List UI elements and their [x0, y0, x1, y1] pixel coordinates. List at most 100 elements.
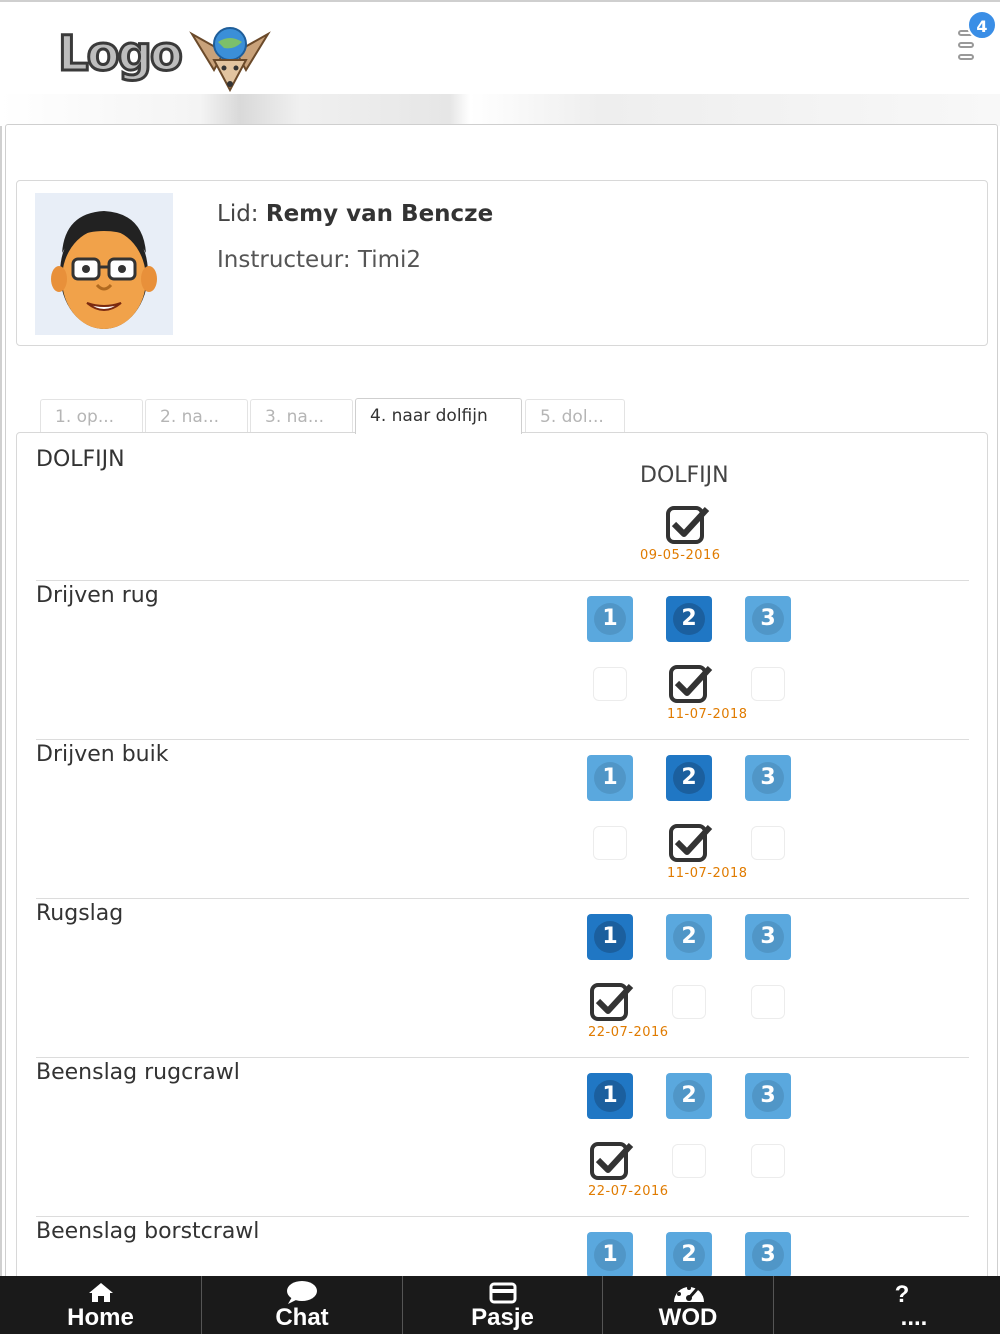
member-line: Lid: Remy van Bencze — [217, 201, 493, 227]
level-2-button[interactable]: 2 — [666, 596, 712, 642]
skill-row: Drijven buik 1 2 11-07-2018 3 — [17, 740, 969, 899]
nav-chat-label: Chat — [275, 1304, 329, 1331]
level-3-button[interactable]: 3 — [745, 755, 791, 801]
member-card: Lid: Remy van Bencze Instructeur: Timi2 — [16, 180, 988, 346]
level-number: 3 — [752, 1239, 784, 1271]
level-number: 3 — [752, 603, 784, 635]
nav-help-label: .... — [900, 1304, 928, 1331]
logo-text: Logo — [57, 25, 185, 84]
completion-date: 22-07-2016 — [588, 1025, 669, 1040]
diploma-date: 09-05-2016 — [640, 548, 721, 563]
checkbox-empty[interactable] — [751, 667, 785, 701]
level-1-button[interactable]: 1 — [587, 755, 633, 801]
level-1-button[interactable]: 1 — [587, 1073, 633, 1119]
checkbox-empty[interactable] — [672, 1144, 706, 1178]
level-number: 1 — [594, 762, 626, 794]
nav-help[interactable]: ? .... — [774, 1276, 1000, 1334]
level-number: 2 — [673, 921, 705, 953]
nav-home[interactable]: Home — [0, 1276, 202, 1334]
tab-2[interactable]: 2. na... — [145, 399, 248, 433]
instructor-name: Timi2 — [357, 247, 422, 273]
level-number: 1 — [594, 921, 626, 953]
level-2-button[interactable]: 2 — [666, 1232, 712, 1278]
skill-name: Rugslag — [36, 901, 124, 926]
skill-name: Drijven buik — [36, 742, 169, 767]
instructor-label: Instructeur: — [217, 247, 351, 273]
level-number: 2 — [673, 1239, 705, 1271]
checkbox-empty[interactable] — [751, 1144, 785, 1178]
level-1-button[interactable]: 1 — [587, 596, 633, 642]
checkbox-empty[interactable] — [751, 826, 785, 860]
checkbox-checked-icon[interactable] — [589, 1141, 635, 1181]
avatar-face-icon — [51, 211, 157, 329]
card-icon — [489, 1282, 517, 1304]
lid-label: Lid: — [217, 201, 259, 227]
level-number: 3 — [752, 762, 784, 794]
avatar — [35, 193, 173, 335]
menu-bar-icon — [958, 54, 974, 60]
level-number: 1 — [594, 1239, 626, 1271]
dashboard-icon — [674, 1286, 704, 1302]
checkbox-checked-icon[interactable] — [589, 982, 635, 1022]
level-2-button[interactable]: 2 — [666, 755, 712, 801]
level-number: 3 — [752, 921, 784, 953]
level-3-button[interactable]: 3 — [745, 914, 791, 960]
level-number: 1 — [594, 603, 626, 635]
skill-name: Beenslag borstcrawl — [36, 1219, 260, 1244]
level-number: 3 — [752, 1080, 784, 1112]
checkbox-checked-icon[interactable] — [668, 823, 714, 863]
skills-panel: DOLFIJN DOLFIJN 09-05-2016 Drijven rug 1 2… — [16, 432, 988, 1292]
diploma-row: DOLFIJN DOLFIJN 09-05-2016 — [17, 433, 969, 580]
home-icon — [89, 1283, 113, 1302]
skill-row: Beenslag rugcrawl 1 22-07-2016 2 3 — [17, 1058, 969, 1217]
header-banner — [0, 94, 1000, 126]
diploma-column-label: DOLFIJN — [640, 463, 729, 488]
nav-wod[interactable]: WOD — [603, 1276, 774, 1334]
nav-wod-label: WOD — [658, 1304, 718, 1331]
nav-chat[interactable]: Chat — [202, 1276, 403, 1334]
skill-row: Rugslag 1 22-07-2016 2 3 — [17, 899, 969, 1058]
checkbox-empty[interactable] — [593, 667, 627, 701]
level-number: 2 — [673, 762, 705, 794]
skill-name: Drijven rug — [36, 583, 159, 608]
tab-3[interactable]: 3. na... — [250, 399, 353, 433]
menu-bar-icon — [958, 42, 974, 48]
checkbox-checked-icon[interactable] — [665, 505, 711, 545]
checkbox-empty[interactable] — [593, 826, 627, 860]
level-number: 2 — [673, 1080, 705, 1112]
level-1-button[interactable]: 1 — [587, 1232, 633, 1278]
bottom-nav: Home Chat Pasje WOD ? .... — [0, 1276, 1000, 1334]
nav-pasje[interactable]: Pasje — [403, 1276, 603, 1334]
member-name: Remy van Bencze — [265, 201, 494, 227]
svg-text:?: ? — [895, 1281, 910, 1304]
completion-date: 11-07-2018 — [667, 866, 748, 881]
level-3-button[interactable]: 3 — [745, 1232, 791, 1278]
window-edge — [0, 0, 2, 1334]
checkbox-checked-icon[interactable] — [668, 664, 714, 704]
tab-1[interactable]: 1. op... — [40, 399, 143, 433]
question-icon: ? — [895, 1281, 910, 1304]
skill-name: Beenslag rugcrawl — [36, 1060, 240, 1085]
level-number: 2 — [673, 603, 705, 635]
nav-home-label: Home — [67, 1304, 134, 1331]
notification-badge: 4 — [967, 10, 997, 40]
level-3-button[interactable]: 3 — [745, 1073, 791, 1119]
level-2-button[interactable]: 2 — [666, 914, 712, 960]
level-1-button[interactable]: 1 — [587, 914, 633, 960]
instructor-line: Instructeur: Timi2 — [217, 247, 421, 273]
tab-4[interactable]: 4. naar dolfijn — [355, 398, 522, 434]
chat-icon — [287, 1281, 317, 1304]
skill-row: Drijven rug 1 2 11-07-2018 3 — [17, 581, 969, 740]
checkbox-empty[interactable] — [672, 985, 706, 1019]
completion-date: 22-07-2016 — [588, 1184, 669, 1199]
checkbox-empty[interactable] — [751, 985, 785, 1019]
app-logo[interactable]: Logo — [57, 20, 278, 96]
tab-5[interactable]: 5. dol... — [525, 399, 625, 433]
diploma-title: DOLFIJN — [36, 447, 125, 472]
app-header: Logo 4 — [0, 0, 1000, 94]
nav-pasje-label: Pasje — [471, 1304, 534, 1331]
level-2-button[interactable]: 2 — [666, 1073, 712, 1119]
level-3-button[interactable]: 3 — [745, 596, 791, 642]
completion-date: 11-07-2018 — [667, 707, 748, 722]
level-number: 1 — [594, 1080, 626, 1112]
